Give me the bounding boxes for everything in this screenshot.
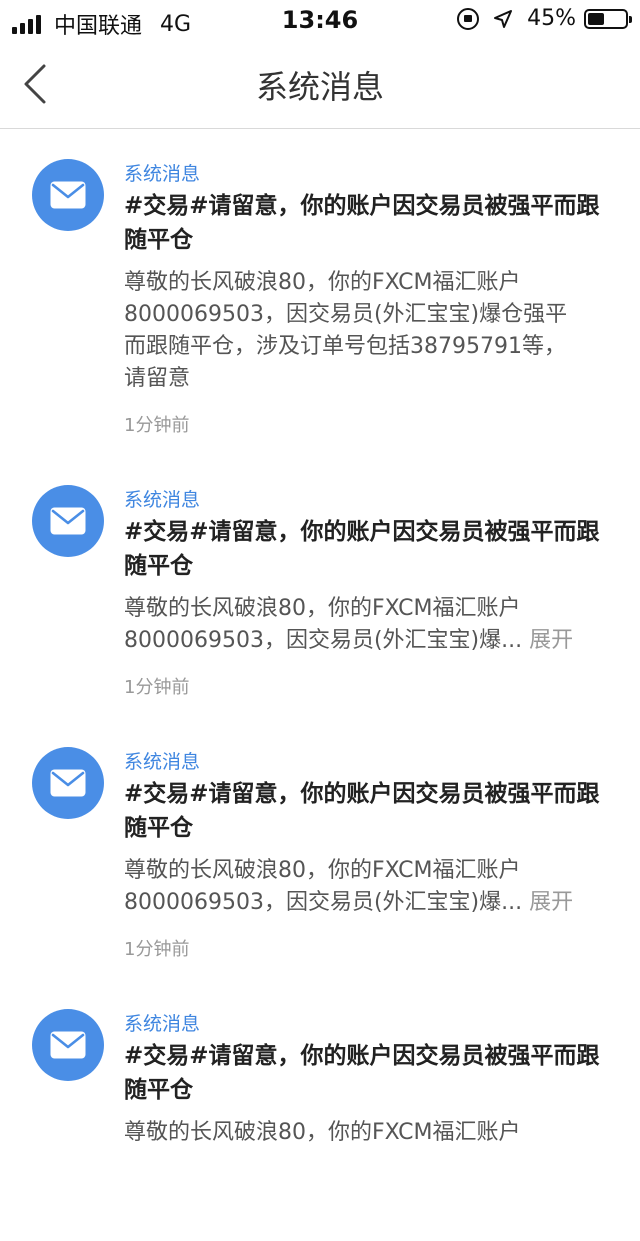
mail-avatar: [32, 485, 104, 557]
message-body-line: 尊敬的长风破浪80，你的FXCM福汇账户: [124, 858, 521, 883]
mail-icon: [50, 181, 86, 209]
message-content: 系统消息 #交易#请留意，你的账户因交易员被强平而跟随平仓 尊敬的长风破浪80，…: [124, 1011, 614, 1149]
message-body: 尊敬的长风破浪80，你的FXCM福汇账户 8000069503，因交易员(外汇宝宝…: [124, 267, 614, 395]
location-icon: [494, 9, 513, 28]
mail-avatar: [32, 159, 104, 231]
battery-icon: [584, 8, 632, 29]
message-item-3[interactable]: 系统消息 #交易#请留意，你的账户因交易员被强平而跟随平仓 尊敬的长风破浪80，…: [0, 717, 640, 979]
message-body-line: 尊敬的长风破浪80，你的FXCM福汇账户: [124, 596, 521, 621]
message-source: 系统消息: [124, 751, 201, 773]
message-body-line: 尊敬的长风破浪80，你的FXCM福汇账户: [124, 270, 521, 295]
message-body-line: 请留意: [124, 366, 191, 391]
message-content: 系统消息 #交易#请留意，你的账户因交易员被强平而跟随平仓 尊敬的长风破浪80，…: [124, 487, 614, 699]
rotation-lock-icon: [457, 7, 480, 30]
message-item-4[interactable]: 系统消息 #交易#请留意，你的账户因交易员被强平而跟随平仓 尊敬的长风破浪80，…: [0, 979, 640, 1241]
message-time: 1分钟前: [124, 677, 190, 698]
message-body: 尊敬的长风破浪80，你的FXCM福汇账户: [124, 1117, 614, 1149]
message-body: 尊敬的长风破浪80，你的FXCM福汇账户 8000069503，因交易员(外汇宝宝…: [124, 593, 614, 657]
battery-fill: [588, 12, 605, 25]
message-source: 系统消息: [124, 163, 201, 185]
message-title: #交易#请留意，你的账户因交易员被强平而跟随平仓: [124, 781, 600, 841]
expand-link[interactable]: 展开: [522, 890, 573, 915]
message-list: 系统消息 #交易#请留意，你的账户因交易员被强平而跟随平仓 尊敬的长风破浪80，…: [0, 129, 640, 1241]
battery-percent: 45%: [527, 6, 576, 31]
message-content: 系统消息 #交易#请留意，你的账户因交易员被强平而跟随平仓 尊敬的长风破浪80，…: [124, 749, 614, 961]
message-body-line: 而跟随平仓，涉及订单号包括38795791等，: [124, 334, 566, 359]
message-time: 1分钟前: [124, 939, 190, 960]
message-title: #交易#请留意，你的账户因交易员被强平而跟随平仓: [124, 193, 600, 253]
mail-avatar: [32, 1009, 104, 1081]
message-title: #交易#请留意，你的账户因交易员被强平而跟随平仓: [124, 519, 600, 579]
status-bar: 中国联通 4G 13:46 45%: [0, 0, 640, 40]
message-item-1[interactable]: 系统消息 #交易#请留意，你的账户因交易员被强平而跟随平仓 尊敬的长风破浪80，…: [0, 129, 640, 455]
message-title: #交易#请留意，你的账户因交易员被强平而跟随平仓: [124, 1043, 600, 1103]
message-body-line: 8000069503，因交易员(外汇宝宝)爆... 展开: [124, 890, 574, 915]
mail-icon: [50, 769, 86, 797]
nav-bar: 系统消息: [0, 40, 640, 129]
message-item-2[interactable]: 系统消息 #交易#请留意，你的账户因交易员被强平而跟随平仓 尊敬的长风破浪80，…: [0, 455, 640, 717]
page-title: 系统消息: [255, 68, 384, 106]
message-source: 系统消息: [124, 489, 201, 511]
message-body-line: 8000069503，因交易员(外汇宝宝)爆... 展开: [124, 628, 574, 653]
mail-icon: [50, 1031, 86, 1059]
message-body-line: 尊敬的长风破浪80，你的FXCM福汇账户: [124, 1120, 521, 1145]
message-source: 系统消息: [124, 1013, 201, 1035]
message-body: 尊敬的长风破浪80，你的FXCM福汇账户 8000069503，因交易员(外汇宝宝…: [124, 855, 614, 919]
message-time: 1分钟前: [124, 415, 190, 436]
message-body-line: 8000069503，因交易员(外汇宝宝)爆仓强平: [124, 302, 568, 327]
expand-link[interactable]: 展开: [522, 628, 573, 653]
mail-avatar: [32, 747, 104, 819]
status-right: 45%: [457, 6, 632, 31]
message-content: 系统消息 #交易#请留意，你的账户因交易员被强平而跟随平仓 尊敬的长风破浪80，…: [124, 161, 614, 437]
mail-icon: [50, 507, 86, 535]
